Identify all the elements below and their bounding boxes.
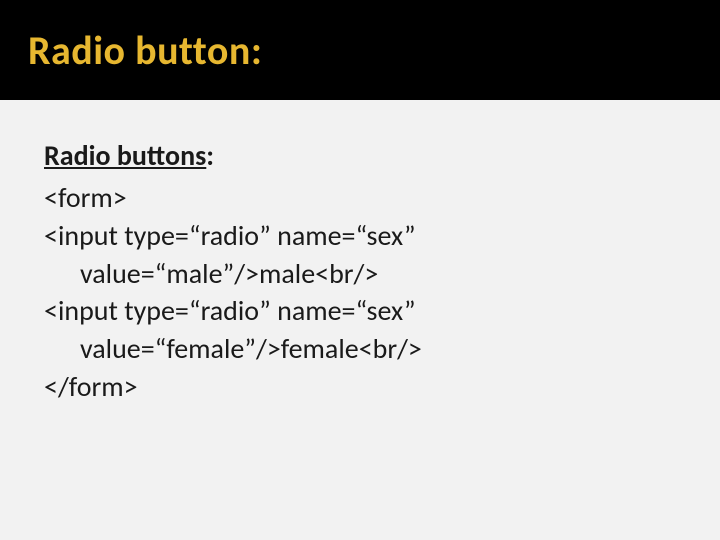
subheading-underlined: Radio buttons [44, 138, 206, 173]
code-line-2: <input type=“radio” name=“sex” [44, 217, 676, 255]
subheading-suffix: : [206, 138, 214, 173]
code-line-5: value=“female”/>female<br/> [44, 330, 676, 368]
code-line-3: value=“male”/>male<br/> [44, 255, 676, 293]
title-band: Radio button: [0, 0, 720, 100]
subheading: Radio buttons: [44, 138, 676, 173]
code-line-1: <form> [44, 179, 676, 217]
slide-title: Radio button: [28, 26, 262, 75]
code-line-6: </form> [44, 368, 676, 406]
code-line-4: <input type=“radio” name=“sex” [44, 292, 676, 330]
slide: Radio button: Radio buttons: <form> <inp… [0, 0, 720, 540]
slide-body: Radio buttons: <form> <input type=“radio… [0, 100, 720, 406]
